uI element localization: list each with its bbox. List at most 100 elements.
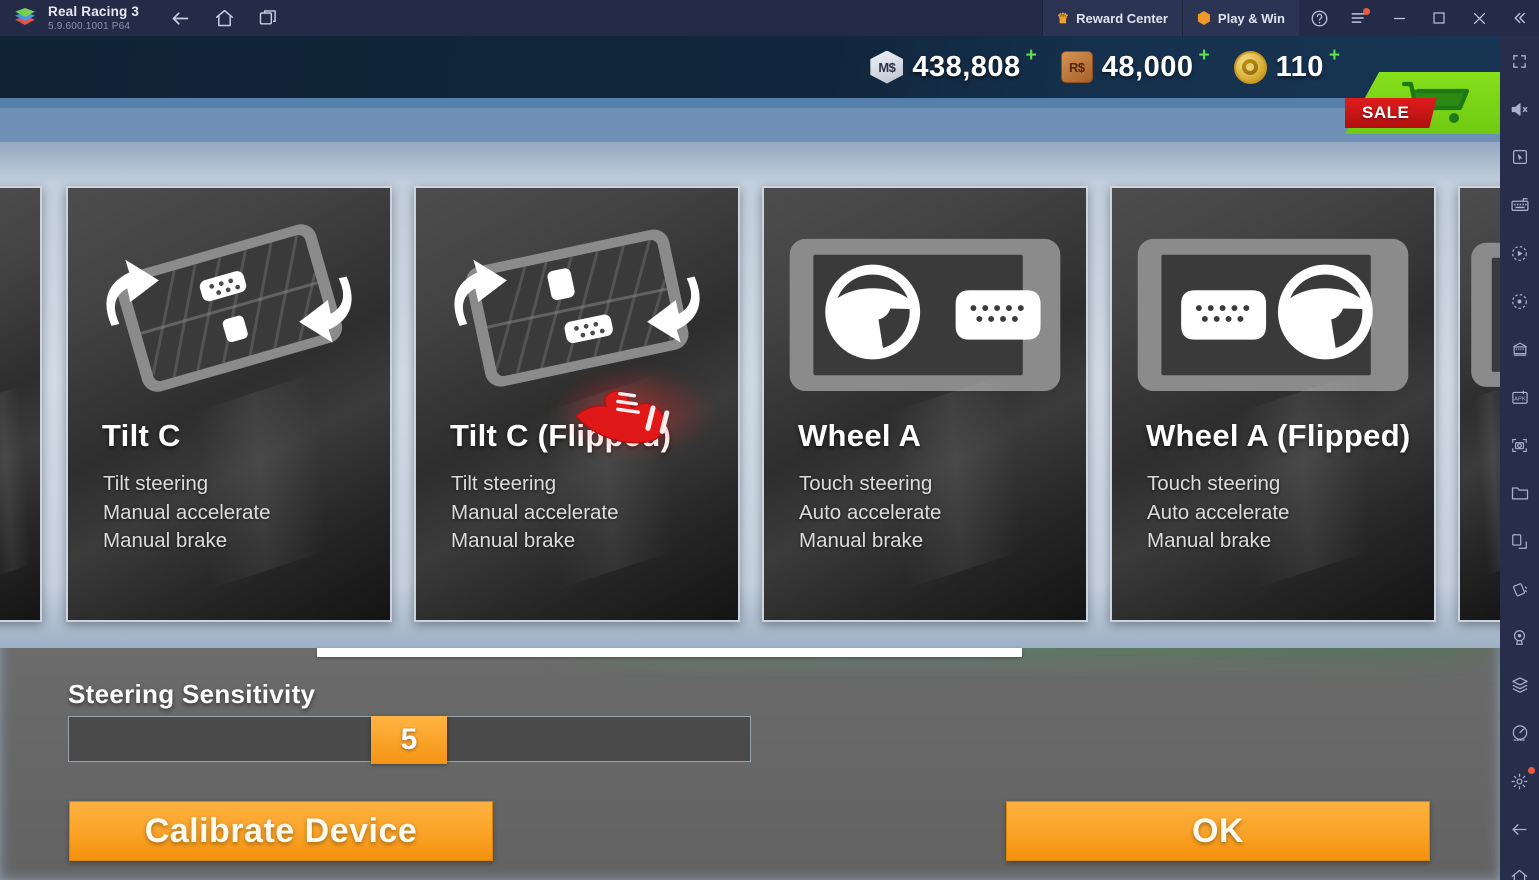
card-line: Tilt steering — [103, 472, 209, 495]
card-description: Touch steering Auto accelerate Manual br… — [799, 470, 1078, 556]
tilt-device-icon — [106, 224, 352, 392]
race-dollars-plus-icon[interactable]: + — [1198, 45, 1209, 67]
control-card-wheel-a[interactable]: Wheel A Touch steering Auto accelerate M… — [762, 186, 1088, 622]
card-line: Touch steering — [799, 472, 933, 495]
card-line: Manual brake — [103, 529, 228, 552]
calibrate-device-label: Calibrate Device — [144, 811, 418, 850]
back-button[interactable] — [165, 3, 195, 33]
play-record-icon[interactable] — [1503, 236, 1537, 270]
speaker-mute-icon[interactable] — [1503, 92, 1537, 126]
menu-button[interactable] — [1339, 0, 1379, 36]
bluestacks-sidebar: APK — [1500, 36, 1539, 880]
app-version: 5.9.600.1001 P64 — [48, 20, 131, 32]
ok-button[interactable]: OK — [1006, 801, 1430, 861]
wheel-icon — [1471, 242, 1500, 387]
sale-label: SALE — [1362, 103, 1410, 122]
card-line: Tilt steering — [451, 472, 557, 495]
control-card-wheel-a-flipped[interactable]: Wheel A (Flipped) Touch steering Auto ac… — [1110, 186, 1436, 622]
sale-shop-button[interactable]: SALE — [1345, 72, 1500, 134]
titlebar-nav — [165, 3, 283, 33]
layers-icon[interactable] — [1503, 668, 1537, 702]
android-back-icon[interactable] — [1503, 812, 1537, 846]
crown-icon: ♛ — [1056, 10, 1070, 26]
close-button[interactable] — [1459, 0, 1499, 36]
camera-frame-icon[interactable] — [1503, 428, 1537, 462]
rotate-screen-icon[interactable] — [1503, 524, 1537, 558]
card-line: Manual brake — [1147, 529, 1272, 552]
home-button[interactable] — [209, 3, 239, 33]
card-line: Manual accelerate — [451, 500, 619, 524]
card-line: Manual brake — [451, 529, 576, 552]
ms-badge-label: M$ — [878, 59, 896, 75]
carousel-page-indicator[interactable] — [317, 648, 1022, 657]
currency-tokens[interactable]: 110 + — [1233, 45, 1344, 84]
control-card-tilt-c-flipped[interactable]: Tilt C (Flipped) Tilt steering Manual ac… — [414, 186, 740, 622]
cursor-in-box-icon[interactable] — [1503, 140, 1537, 174]
bluestacks-logo-icon — [12, 5, 38, 31]
red-glove-icon — [548, 364, 718, 460]
ok-label: OK — [1192, 811, 1244, 850]
card-description: Tilt steering Manual accelerate Manual b… — [451, 470, 730, 556]
rs-badge-label: R$ — [1068, 59, 1085, 75]
app-info: Real Racing 3 5.9.600.1001 P64 — [48, 4, 139, 32]
collapse-sidebar-button[interactable] — [1499, 0, 1539, 36]
tilt-device-icon — [0, 202, 40, 422]
reward-center-button[interactable]: ♛ Reward Center — [1041, 0, 1182, 36]
steering-sensitivity-label: Steering Sensitivity — [68, 679, 316, 709]
card-title: Wheel A (Flipped) — [1146, 418, 1411, 453]
menu-notification-dot — [1363, 8, 1370, 15]
shake-device-icon[interactable] — [1503, 572, 1537, 606]
target-dot-icon[interactable] — [1503, 284, 1537, 318]
steering-sensitivity-value: 5 — [400, 723, 418, 756]
instance-manager-icon[interactable] — [1503, 332, 1537, 366]
folder-icon[interactable] — [1503, 476, 1537, 510]
pedal-left-wheel-right-icon — [1137, 238, 1409, 392]
play-and-win-label: Play & Win — [1217, 10, 1285, 26]
card-description: Touch steering Auto accelerate Manual br… — [1147, 470, 1426, 556]
maximize-button[interactable] — [1419, 0, 1459, 36]
gold-plus-icon[interactable]: + — [1026, 45, 1037, 67]
location-pin-icon[interactable] — [1503, 620, 1537, 654]
tokens-value: 110 — [1275, 50, 1324, 83]
fullscreen-icon[interactable] — [1503, 44, 1537, 78]
gold-coin-icon — [1233, 50, 1267, 84]
ms-hexagon-icon: M$ — [870, 50, 904, 84]
card-title: Tilt C — [102, 418, 181, 453]
play-and-win-button[interactable]: Play & Win — [1181, 0, 1299, 36]
header-underline — [0, 98, 1500, 108]
gear-icon[interactable] — [1503, 764, 1537, 798]
keyboard-icon[interactable] — [1503, 188, 1537, 222]
minimize-button[interactable] — [1379, 0, 1419, 36]
race-dollars-value: 48,000 — [1101, 50, 1194, 83]
control-card-partial-right[interactable] — [1458, 186, 1500, 622]
steering-sensitivity-thumb[interactable]: 5 — [371, 716, 447, 764]
currency-bar: M$ 438,808 + R$ 48,000 + 110 + — [870, 36, 1344, 98]
calibrate-device-button[interactable]: Calibrate Device — [69, 801, 493, 861]
gold-value: 438,808 — [912, 50, 1021, 83]
help-button[interactable] — [1299, 0, 1339, 36]
currency-gold[interactable]: M$ 438,808 + — [870, 45, 1040, 84]
bluestacks-titlebar: Real Racing 3 5.9.600.1001 P64 ♛ Reward … — [0, 0, 1539, 36]
card-line: Touch steering — [1147, 472, 1281, 495]
card-line: Auto accelerate — [799, 500, 942, 524]
rs-square-icon: R$ — [1060, 51, 1093, 83]
control-card-partial-left[interactable] — [0, 186, 42, 622]
steering-sensitivity-slider[interactable]: 5 — [68, 716, 751, 764]
control-card-tilt-c[interactable]: Tilt C Tilt steering Manual accelerate M… — [66, 186, 392, 622]
card-line: Auto accelerate — [1147, 500, 1290, 524]
wheel-left-pedal-right-icon — [789, 238, 1061, 392]
card-line: Manual brake — [799, 529, 924, 552]
controls-carousel: Tilt C Tilt steering Manual accelerate M… — [0, 186, 1500, 626]
card-line: Manual accelerate — [103, 500, 271, 524]
currency-race-dollars[interactable]: R$ 48,000 + — [1060, 45, 1214, 84]
svg-text:APK: APK — [1514, 397, 1526, 403]
speedometer-icon[interactable] — [1503, 716, 1537, 750]
tokens-plus-icon[interactable]: + — [1329, 45, 1340, 67]
apk-install-icon[interactable]: APK — [1503, 380, 1537, 414]
card-description: Tilt steering Manual accelerate Manual b… — [103, 470, 382, 556]
android-home-icon[interactable] — [1503, 860, 1537, 880]
multi-instance-button[interactable] — [253, 3, 283, 33]
reward-center-label: Reward Center — [1076, 10, 1168, 26]
app-title: Real Racing 3 — [48, 3, 140, 19]
settings-notification-dot — [1527, 767, 1535, 774]
